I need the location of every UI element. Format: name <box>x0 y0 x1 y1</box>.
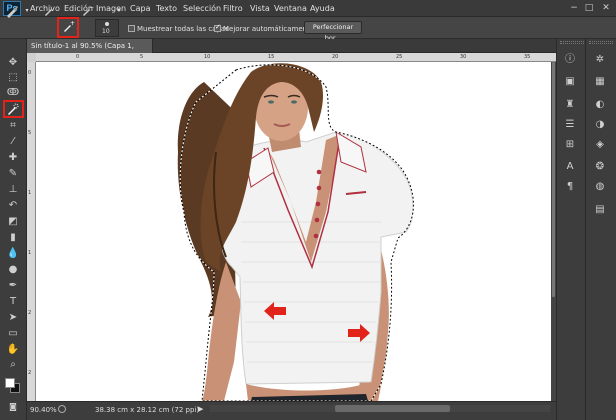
blur-tool-icon[interactable]: 💧 <box>5 247 21 261</box>
quick-mask-icon[interactable]: ◙ <box>5 400 21 414</box>
menu-ventana[interactable]: Ventana <box>274 4 307 13</box>
ruler-v-label: 0 <box>28 70 32 76</box>
dock-grip-left[interactable] <box>560 41 584 44</box>
character-panel-icon[interactable]: A <box>563 160 577 174</box>
document-canvas[interactable] <box>36 62 551 401</box>
type-tool-icon[interactable]: T <box>5 295 21 309</box>
auto-enhance-label: Mejorar automáticamente <box>223 25 315 33</box>
brush-tool-icon[interactable]: ✎ <box>5 167 21 181</box>
gradient-tool-icon[interactable]: ▮ <box>5 231 21 245</box>
color-panel-icon[interactable]: ✲ <box>593 53 607 67</box>
ruler-v-label: 2 <box>28 310 32 316</box>
ruler-origin[interactable] <box>27 53 36 62</box>
history-brush-tool-icon[interactable]: ↶ <box>5 199 21 213</box>
move-tool-icon[interactable]: ✥ <box>5 56 21 70</box>
ruler-v-label: 5 <box>28 130 32 136</box>
pen-tool-icon[interactable]: ✒ <box>5 279 21 293</box>
brush-panel-icon[interactable]: ♜ <box>563 98 577 112</box>
subtract-from-selection-brush-icon[interactable]: − <box>80 4 94 18</box>
status-menu-arrow-icon[interactable]: ▶ <box>198 405 203 413</box>
paragraph-panel-icon[interactable]: ¶ <box>563 180 577 194</box>
lasso-tool-icon[interactable]: ↂ <box>5 86 21 100</box>
vertical-ruler[interactable] <box>27 62 36 401</box>
menu-vista[interactable]: Vista <box>250 4 270 13</box>
menu-filtro[interactable]: Filtro <box>223 4 243 13</box>
svg-text:−: − <box>89 4 94 11</box>
minimize-button[interactable]: − <box>568 3 580 13</box>
ruler-v-label: 1 <box>28 250 32 256</box>
menu-ayuda[interactable]: Ayuda <box>310 4 335 13</box>
zoom-tool-icon[interactable]: ⌕ <box>5 358 21 372</box>
healing-brush-tool-icon[interactable]: ✚ <box>5 151 21 165</box>
horizontal-ruler[interactable] <box>36 53 556 62</box>
eraser-tool-icon[interactable]: ◩ <box>5 215 21 229</box>
document-info: 38.38 cm x 28.12 cm (72 ppi) <box>95 406 200 414</box>
channels-panel-icon[interactable]: ❂ <box>593 160 607 174</box>
styles-panel-icon[interactable]: ◑ <box>593 118 607 132</box>
maximize-button[interactable]: □ <box>583 3 595 13</box>
zoom-level[interactable]: 90.40% <box>30 406 57 414</box>
marquee-tool-icon[interactable]: ⬚ <box>5 71 21 85</box>
sample-all-layers-checkbox[interactable] <box>128 25 135 32</box>
layers-panel-icon[interactable]: ◈ <box>593 138 607 152</box>
refine-edge-button[interactable]: Perfeccionar bor... <box>304 21 362 42</box>
horizontal-scroll-thumb[interactable] <box>335 405 450 412</box>
preset-dropdown-icon[interactable]: ▾ <box>20 4 34 18</box>
clone-source-icon[interactable]: ⊞ <box>563 138 577 152</box>
paths-panel-icon[interactable]: ◍ <box>593 180 607 194</box>
shape-tool-icon[interactable]: ▭ <box>5 327 21 341</box>
ruler-h-label: 10 <box>204 54 211 60</box>
brush-size-picker[interactable]: 10 <box>95 19 119 37</box>
dock-grip-right[interactable] <box>589 41 613 44</box>
path-selection-tool-icon[interactable]: ➤ <box>5 311 21 325</box>
ruler-h-label: 25 <box>396 54 403 60</box>
clone-stamp-tool-icon[interactable]: ⊥ <box>5 183 21 197</box>
ruler-h-label: 30 <box>460 54 467 60</box>
foreground-color-swatch[interactable] <box>5 378 15 388</box>
tool-preset-brush-icon[interactable] <box>5 4 19 18</box>
ruler-h-label: 20 <box>332 54 339 60</box>
brush-size-dropdown-icon[interactable]: ▾ <box>112 4 126 18</box>
add-to-selection-highlight <box>57 17 79 38</box>
brush-preview-dot <box>105 22 109 26</box>
actions-panel-icon[interactable]: ▣ <box>563 75 577 89</box>
ruler-h-label: 0 <box>76 54 80 60</box>
brush-presets-icon[interactable]: ☰ <box>563 118 577 132</box>
eyedropper-tool-icon[interactable]: ⁄ <box>5 135 21 149</box>
photo-illustration <box>177 63 414 401</box>
ruler-h-label: 15 <box>268 54 275 60</box>
auto-enhance-checkbox[interactable] <box>214 23 221 32</box>
menu-capa[interactable]: Capa <box>130 4 150 13</box>
vertical-scroll-thumb[interactable] <box>552 62 555 297</box>
document-tab[interactable]: Sin título-1 al 90.5% (Capa 1, RGB/8) * … <box>27 39 153 64</box>
close-window-button[interactable]: ✕ <box>600 3 612 13</box>
ruler-v-label: 2 <box>28 370 32 376</box>
adjustments-panel-icon[interactable]: ◐ <box>593 98 607 112</box>
swatches-panel-icon[interactable]: ▦ <box>593 75 607 89</box>
crop-tool-icon[interactable]: ⌗ <box>5 119 21 133</box>
zoom-info-icon[interactable] <box>58 405 66 413</box>
ruler-v-label: 1 <box>28 190 32 196</box>
ruler-h-label: 5 <box>140 54 144 60</box>
quick-selection-highlight <box>3 100 24 118</box>
history-panel-icon[interactable]: ⓘ <box>563 53 577 67</box>
dodge-tool-icon[interactable]: ● <box>5 263 21 277</box>
menu-texto[interactable]: Texto <box>156 4 177 13</box>
new-selection-brush-icon[interactable] <box>42 4 56 18</box>
ruler-h-label: 35 <box>524 54 531 60</box>
menu-seleccion[interactable]: Selección <box>183 4 221 13</box>
dock-divider <box>585 39 586 420</box>
brush-size-value: 10 <box>102 28 110 35</box>
info-panel-icon[interactable]: ▤ <box>593 203 607 217</box>
hand-tool-icon[interactable]: ✋ <box>5 343 21 357</box>
panel-dock <box>556 39 616 420</box>
